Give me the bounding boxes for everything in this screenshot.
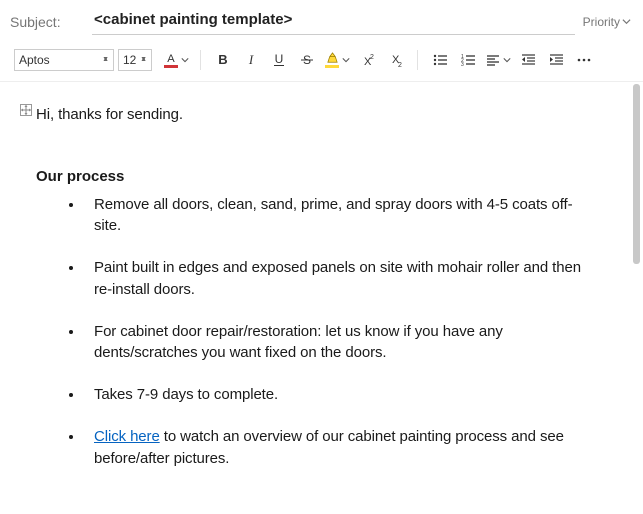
list-item: Remove all doors, clean, sand, prime, an… bbox=[84, 194, 585, 238]
outdent-button[interactable] bbox=[516, 49, 540, 71]
svg-text:2: 2 bbox=[398, 62, 402, 67]
process-list: Remove all doors, clean, sand, prime, an… bbox=[60, 194, 585, 470]
bullet-list-icon bbox=[433, 53, 448, 67]
underline-icon: U bbox=[272, 53, 286, 67]
align-left-icon bbox=[486, 53, 500, 67]
subscript-button[interactable]: X2 bbox=[383, 49, 407, 71]
list-item: For cabinet door repair/restoration: let… bbox=[84, 321, 585, 365]
svg-text:2: 2 bbox=[370, 54, 374, 61]
message-body[interactable]: Hi, thanks for sending. Our process Remo… bbox=[0, 82, 633, 508]
svg-text:A: A bbox=[167, 53, 175, 65]
subscript-icon: X2 bbox=[387, 53, 403, 67]
svg-text:I: I bbox=[248, 53, 254, 67]
highlight-icon bbox=[325, 52, 340, 65]
greeting-text: Hi, thanks for sending. bbox=[36, 104, 585, 126]
priority-dropdown[interactable]: Priority bbox=[583, 15, 633, 29]
numbered-list-icon: 123 bbox=[461, 53, 476, 67]
chevron-down-icon bbox=[622, 17, 631, 26]
highlight-button[interactable] bbox=[323, 49, 351, 71]
font-size-select[interactable]: 12 ▲▼ bbox=[118, 49, 152, 71]
bullet-list-button[interactable] bbox=[428, 49, 452, 71]
chevron-down-icon bbox=[502, 56, 512, 64]
strikethrough-icon: S bbox=[300, 53, 314, 67]
list-item: Takes 7-9 days to complete. bbox=[84, 384, 585, 406]
list-item: Paint built in edges and exposed panels … bbox=[84, 257, 585, 301]
italic-button[interactable]: I bbox=[239, 49, 263, 71]
move-icon bbox=[21, 105, 31, 115]
subject-row: Subject: Priority bbox=[0, 0, 643, 39]
scrollbar-thumb[interactable] bbox=[633, 84, 640, 264]
indent-button[interactable] bbox=[544, 49, 568, 71]
indent-icon bbox=[549, 53, 564, 67]
italic-icon: I bbox=[244, 53, 258, 67]
chevron-down-icon bbox=[180, 56, 190, 64]
priority-label: Priority bbox=[583, 15, 620, 29]
svg-text:U: U bbox=[275, 53, 284, 66]
format-toolbar: Aptos ▲▼ 12 ▲▼ A B I U S bbox=[0, 39, 643, 82]
strikethrough-button[interactable]: S bbox=[295, 49, 319, 71]
editor-area: Hi, thanks for sending. Our process Remo… bbox=[0, 82, 643, 508]
subject-label: Subject: bbox=[10, 14, 84, 30]
font-family-value: Aptos bbox=[19, 53, 50, 67]
more-button[interactable] bbox=[572, 49, 596, 71]
align-button[interactable] bbox=[484, 49, 512, 71]
separator bbox=[200, 50, 201, 70]
font-color-swatch bbox=[164, 65, 178, 68]
highlight-color-swatch bbox=[325, 65, 339, 68]
svg-text:B: B bbox=[218, 53, 227, 67]
process-heading: Our process bbox=[36, 166, 585, 188]
ellipsis-icon bbox=[576, 53, 592, 67]
font-color-button[interactable]: A bbox=[162, 49, 190, 71]
separator bbox=[417, 50, 418, 70]
chevron-down-icon bbox=[341, 56, 351, 64]
vertical-scrollbar[interactable] bbox=[633, 82, 643, 508]
bold-button[interactable]: B bbox=[211, 49, 235, 71]
subject-input[interactable] bbox=[92, 8, 575, 35]
list-item: Click here to watch an overview of our c… bbox=[84, 426, 585, 470]
bold-icon: B bbox=[216, 53, 230, 67]
table-move-handle[interactable] bbox=[20, 104, 32, 116]
superscript-button[interactable]: X2 bbox=[355, 49, 379, 71]
font-size-value: 12 bbox=[123, 53, 136, 67]
underline-button[interactable]: U bbox=[267, 49, 291, 71]
numbered-list-button[interactable]: 123 bbox=[456, 49, 480, 71]
font-family-select[interactable]: Aptos ▲▼ bbox=[14, 49, 114, 71]
svg-text:3: 3 bbox=[461, 62, 464, 67]
click-here-link[interactable]: Click here bbox=[94, 428, 160, 445]
superscript-icon: X2 bbox=[359, 53, 375, 67]
font-color-icon: A bbox=[164, 52, 178, 65]
outdent-icon bbox=[521, 53, 536, 67]
